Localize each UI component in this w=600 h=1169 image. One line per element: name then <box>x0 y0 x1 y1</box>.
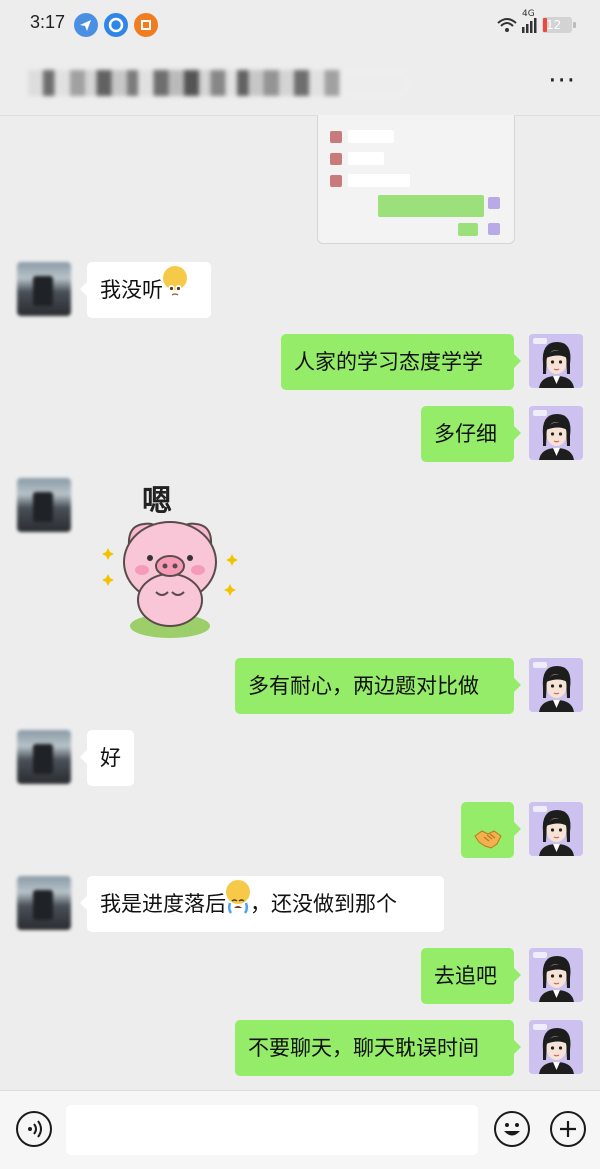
status-bar: 3:17 4G 12 <box>0 0 600 50</box>
my-avatar[interactable] <box>529 1020 583 1074</box>
my-avatar[interactable] <box>529 948 583 1002</box>
message-text: 我是进度落后 <box>100 892 226 916</box>
girl-avatar-icon <box>529 802 583 856</box>
send-icon <box>74 13 98 37</box>
crop-app-icon <box>134 13 158 37</box>
voice-icon <box>28 1120 42 1138</box>
shared-screenshot-image[interactable] <box>317 115 515 244</box>
message-input[interactable] <box>66 1105 478 1155</box>
my-avatar[interactable] <box>529 406 583 460</box>
girl-avatar-icon <box>529 658 583 712</box>
message-bubble-received[interactable]: 我没听 <box>80 262 211 318</box>
message-bubble-sent[interactable]: 去追吧 <box>421 948 521 1004</box>
message-text: 我没听 <box>100 278 163 302</box>
message-text: 人家的学习态度学学 <box>294 350 483 374</box>
message-text: 好 <box>100 746 121 770</box>
my-avatar[interactable] <box>529 802 583 856</box>
smiley-icon <box>504 1123 520 1136</box>
handshake-icon <box>473 817 503 873</box>
contact-avatar[interactable] <box>17 262 71 316</box>
chat-title-redacted <box>28 70 408 96</box>
girl-avatar-icon <box>529 1020 583 1074</box>
message-bubble-sent[interactable]: 多仔细 <box>421 406 521 462</box>
more-functions-button[interactable] <box>550 1111 586 1147</box>
message-bubble-received[interactable]: 好 <box>80 730 134 786</box>
plus-icon <box>560 1121 576 1137</box>
girl-avatar-icon <box>529 334 583 388</box>
wifi-icon <box>497 18 517 32</box>
chat-header: ··· <box>0 50 600 116</box>
status-indicators: 4G 12 <box>496 9 578 36</box>
my-avatar[interactable] <box>529 334 583 388</box>
message-bubble-sent[interactable]: 多有耐心，两边题对比做 <box>235 658 521 714</box>
message-text: 多仔细 <box>434 422 497 446</box>
signal-icon <box>522 18 537 33</box>
chat-input-bar <box>0 1090 600 1169</box>
girl-avatar-icon <box>529 406 583 460</box>
contact-avatar[interactable] <box>17 478 71 532</box>
girl-avatar-icon <box>529 948 583 1002</box>
contact-avatar[interactable] <box>17 730 71 784</box>
circle-app-icon <box>104 13 128 37</box>
voice-input-button[interactable] <box>16 1111 52 1147</box>
pink-pig-sticker[interactable]: 嗯 <box>92 474 252 644</box>
message-bubble-sent[interactable]: 人家的学习态度学学 <box>281 334 521 390</box>
contact-avatar[interactable] <box>17 876 71 930</box>
message-bubble-sent[interactable]: 不要聊天，聊天耽误时间 <box>235 1020 521 1076</box>
network-type: 4G <box>522 9 535 19</box>
more-options-button[interactable]: ··· <box>548 68 576 94</box>
pig-icon <box>102 521 238 638</box>
message-text: 多有耐心，两边题对比做 <box>248 674 479 698</box>
message-text: 不要聊天，聊天耽误时间 <box>248 1036 479 1060</box>
status-time: 3:17 <box>30 12 66 32</box>
crying-face-icon <box>226 880 250 914</box>
battery-level: 12 <box>546 18 562 32</box>
message-text: 去追吧 <box>434 964 497 988</box>
pleading-face-icon <box>163 266 187 296</box>
message-bubble-sent[interactable] <box>461 802 521 858</box>
emoji-button[interactable] <box>494 1111 530 1147</box>
my-avatar[interactable] <box>529 658 583 712</box>
message-bubble-received[interactable]: 我是进度落后 ，还没做到那个 <box>80 876 444 932</box>
message-text-continued: ，还没做到那个 <box>250 892 397 916</box>
